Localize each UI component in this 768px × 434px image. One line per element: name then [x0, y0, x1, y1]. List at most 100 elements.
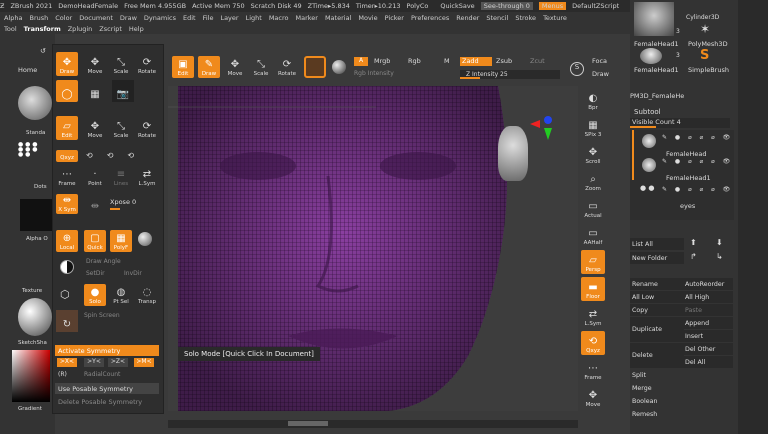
draw-button[interactable]: ✎ Draw — [198, 56, 220, 78]
edit-button[interactable]: ▣ Edit — [172, 56, 194, 78]
simplebrush-s-icon[interactable]: S — [700, 48, 709, 63]
subtool-header[interactable]: Subtool — [634, 108, 661, 116]
new-folder-button[interactable]: New Folder — [630, 252, 684, 264]
menu-stencil[interactable]: Stencil — [486, 14, 508, 22]
menu-dynamics[interactable]: Dynamics — [144, 14, 176, 22]
draw-pointer-button[interactable]: ✥ Draw — [56, 52, 78, 76]
subtool-icons-2[interactable]: ✎ ● ⌀ ⌀ ⌀ 👁 — [662, 186, 733, 193]
transform-menu-close-icon[interactable]: ↺ — [40, 47, 46, 55]
brush-thumbnail[interactable] — [18, 86, 52, 120]
menu-picker[interactable]: Picker — [385, 14, 404, 22]
del-other-button[interactable]: Del Other — [683, 343, 733, 355]
subtool-top-label-3[interactable]: SimpleBrush — [688, 66, 729, 74]
subtool-thumb-0[interactable] — [642, 134, 656, 148]
solo-button[interactable]: ● Solo — [84, 284, 106, 306]
subtool-top-label-4[interactable]: PM3D_FemaleHe — [630, 92, 684, 100]
menu-draw[interactable]: Draw — [120, 14, 137, 22]
insert-button[interactable]: Insert — [683, 330, 733, 342]
document-viewport[interactable] — [168, 86, 578, 411]
material-swatch[interactable] — [304, 56, 326, 78]
menu-zplugin[interactable]: Zplugin — [68, 25, 93, 33]
gyro-icon[interactable] — [332, 60, 346, 74]
subtool-top-label-0[interactable]: FemaleHead1 — [634, 40, 679, 48]
visible-count-slider[interactable]: Visible Count 4 — [630, 118, 730, 128]
use-posable-symmetry-button[interactable]: Use Posable Symmetry — [55, 383, 159, 394]
merge-button[interactable]: Merge — [630, 382, 684, 394]
shelf-scroll-button[interactable]: ✥ Scroll — [581, 142, 605, 166]
activate-symmetry-button[interactable]: Activate Symmetry — [55, 345, 159, 356]
point-button[interactable]: · Point — [84, 168, 106, 188]
menu-tool[interactable]: Tool — [4, 25, 17, 33]
radial-count-slider[interactable]: RadialCount — [84, 371, 120, 378]
shelf-floor-button[interactable]: ▬ Floor — [581, 277, 605, 301]
menu-texture[interactable]: Texture — [543, 14, 567, 22]
axis-gizmo[interactable] — [530, 116, 554, 146]
menu-render[interactable]: Render — [456, 14, 479, 22]
rotate-button[interactable]: ⟳ Rotate — [276, 56, 298, 78]
shelf-frame-button[interactable]: ⋯ Frame — [581, 358, 605, 382]
all-low-button[interactable]: All Low — [630, 291, 684, 303]
sym-option-button[interactable]: ⇹ — [84, 194, 106, 214]
cube-icon[interactable]: ⬡ — [60, 288, 70, 301]
shelf-spix-3-button[interactable]: ▦ SPix 3 — [581, 115, 605, 139]
menu-transform[interactable]: Transform — [24, 25, 61, 33]
menu-preferences[interactable]: Preferences — [411, 14, 449, 22]
sym-z-button[interactable]: >Z< — [108, 358, 128, 367]
menu-zscript[interactable]: Zscript — [99, 25, 122, 33]
see-through-slider[interactable]: See-through 0 — [480, 2, 533, 10]
stroke-dots-thumbnail[interactable]: ● ● ● ● ● ● ● ● — [18, 142, 52, 182]
scale-mode-button[interactable]: ⤡ Scale — [110, 52, 132, 76]
menu-macro[interactable]: Macro — [269, 14, 289, 22]
transform-edit-button[interactable]: ▱ Edit — [56, 116, 78, 140]
a-button[interactable]: A — [354, 57, 368, 66]
shelf-aahalf-button[interactable]: ▭ AAHalf — [581, 223, 605, 247]
polyf-button[interactable]: ▦ PolyF — [110, 230, 132, 252]
subtool-item-2[interactable]: eyes — [680, 202, 695, 210]
menu-file[interactable]: File — [203, 14, 214, 22]
arrow-up-icon[interactable]: ⬆ — [690, 238, 697, 247]
gizmo-rotate-button[interactable]: ⟳ Rotate — [136, 116, 158, 140]
duplicate-button[interactable]: Duplicate — [630, 317, 684, 342]
rgb-intensity-slider[interactable]: Rgb Intensity — [354, 70, 454, 79]
tool-thumb-cylinder[interactable] — [634, 2, 674, 36]
zadd-button[interactable]: Zadd — [460, 57, 492, 66]
frame-button[interactable]: ⋯ Frame — [56, 168, 78, 188]
shelf-l-sym-button[interactable]: ⇄ L.Sym — [581, 304, 605, 328]
home-tab[interactable]: Home — [18, 66, 37, 74]
rename-button[interactable]: Rename — [630, 278, 684, 290]
navigation-head-gizmo[interactable] — [498, 126, 528, 181]
ghost-draw-button[interactable]: ◯ — [56, 80, 78, 102]
quicksave-button[interactable]: QuickSave — [440, 2, 474, 10]
gizmo-scale-button[interactable]: ⤡ Scale — [110, 116, 132, 140]
subtool-item-0[interactable]: FemaleHead — [666, 150, 707, 158]
menu-color[interactable]: Color — [55, 14, 72, 22]
xsym-button[interactable]: ⇹ X Sym — [56, 194, 78, 214]
move-mode-button[interactable]: ✥ Move — [84, 52, 106, 76]
arrow-down-icon[interactable]: ⬇ — [716, 238, 723, 247]
rotate-mode-button[interactable]: ⟳ Rotate — [136, 52, 158, 76]
menus-button[interactable]: Menus — [538, 2, 567, 10]
contrast-icon[interactable] — [60, 260, 74, 274]
material-thumbnail[interactable] — [18, 298, 52, 336]
gizmo-move-button[interactable]: ✥ Move — [84, 116, 106, 140]
shelf-zoom-button[interactable]: ⌕ Zoom — [581, 169, 605, 193]
zcut-button[interactable]: Zcut — [530, 57, 545, 65]
shelf-move-button[interactable]: ✥ Move — [581, 385, 605, 409]
subtool-top-label-2[interactable]: FemaleHead1 — [634, 66, 679, 74]
delete-posable-symmetry-button[interactable]: Delete Posable Symmetry — [55, 396, 159, 407]
default-zscript-button[interactable]: DefaultZScript — [572, 2, 619, 10]
shelf-bpr-button[interactable]: ◐ Bpr — [581, 88, 605, 112]
menu-layer[interactable]: Layer — [220, 14, 238, 22]
m-button[interactable]: M — [444, 57, 450, 65]
bottom-scrollbar[interactable] — [168, 420, 578, 428]
list-all-button[interactable]: List All — [630, 238, 684, 250]
setdir-button[interactable]: SetDir — [86, 270, 105, 277]
move-down-icon[interactable]: ↳ — [716, 252, 723, 261]
subtool-icons-1[interactable]: ✎ ● ⌀ ⌀ ⌀ 👁 — [662, 158, 733, 165]
lsym-button[interactable]: ⇄ L.Sym — [136, 168, 158, 188]
lines-button[interactable]: ≡ Lines — [110, 168, 132, 188]
transparency-sphere-icon[interactable] — [138, 232, 152, 246]
subtool-top-label-1[interactable]: PolyMesh3D — [688, 40, 728, 48]
menu-stroke[interactable]: Stroke — [515, 14, 536, 22]
menu-help[interactable]: Help — [129, 25, 144, 33]
